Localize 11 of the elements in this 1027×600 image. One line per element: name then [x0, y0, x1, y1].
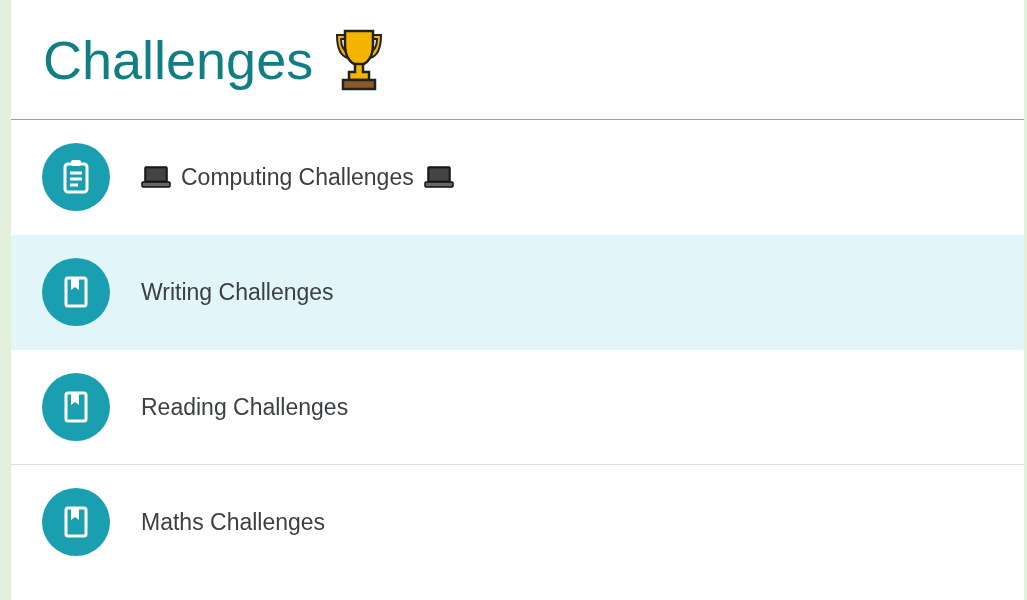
- book-icon: [42, 258, 110, 326]
- list-item[interactable]: Writing Challenges: [11, 235, 1024, 350]
- laptop-icon: [423, 166, 454, 188]
- item-label: Reading Challenges: [141, 392, 349, 422]
- item-label: Writing Challenges: [141, 277, 334, 307]
- item-label: Computing Challenges: [181, 162, 414, 192]
- clipboard-icon: [42, 143, 110, 211]
- book-icon: [42, 488, 110, 556]
- item-label: Maths Challenges: [141, 507, 326, 537]
- book-icon: [42, 373, 110, 441]
- laptop-icon: [141, 166, 171, 188]
